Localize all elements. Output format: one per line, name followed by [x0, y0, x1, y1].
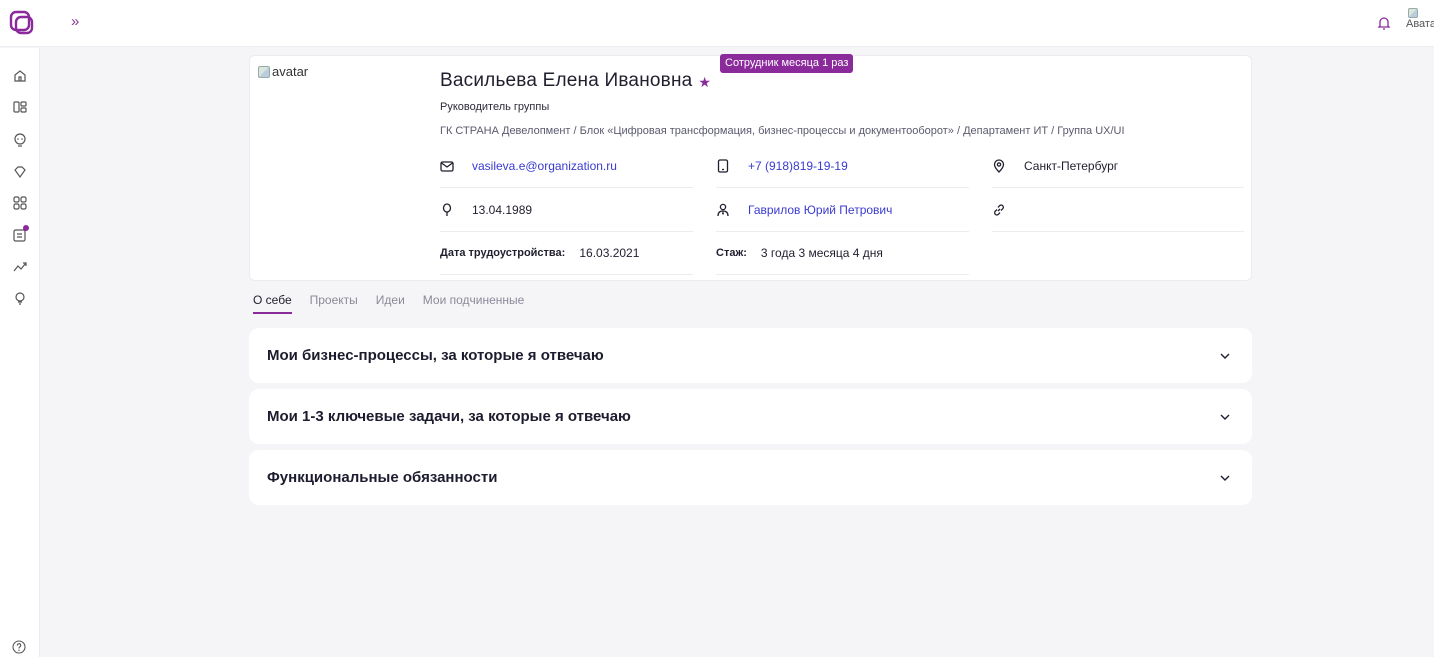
expand-sidebar-button[interactable]: »: [71, 12, 79, 32]
city-cell: Санкт-Петербург: [992, 144, 1244, 188]
phone-cell: +7 (918)819-19-19: [716, 144, 969, 188]
user-avatar[interactable]: Аватар: [1406, 8, 1434, 38]
accordion-key-tasks[interactable]: Мои 1-3 ключевые задачи, за которые я от…: [249, 389, 1252, 444]
manager-cell: Гаврилов Юрий Петрович: [716, 188, 969, 232]
phone-link[interactable]: +7 (918)819-19-19: [748, 159, 848, 173]
link-chain-icon[interactable]: [992, 203, 1006, 217]
top-bar: » Аватар: [0, 0, 1434, 47]
profile-avatar: avatar: [258, 64, 308, 79]
accordion-title: Мои бизнес-процессы, за которые я отвеча…: [267, 347, 604, 364]
birthday-value: 13.04.1989: [472, 202, 533, 217]
news-icon[interactable]: [12, 225, 29, 243]
mail-icon: [440, 159, 454, 173]
chat-bot-icon[interactable]: [12, 132, 28, 148]
user-avatar-alt: Аватар: [1406, 18, 1434, 30]
chevron-down-icon: [1220, 475, 1230, 481]
org-path: ГК СТРАНА Девелопмент / Блок «Цифровая т…: [440, 125, 1125, 137]
chevron-down-icon: [1220, 414, 1230, 420]
notification-dot: [23, 225, 29, 231]
lightbulb-icon[interactable]: [12, 291, 28, 307]
tenure-label: Стаж:: [716, 246, 747, 259]
birthday-cell: 13.04.1989: [440, 188, 693, 232]
analytics-icon[interactable]: [12, 259, 28, 275]
email-link[interactable]: vasileva.e@organization.ru: [472, 159, 617, 173]
accordion-duties[interactable]: Функциональные обязанности: [249, 450, 1252, 505]
home-icon[interactable]: [12, 68, 28, 84]
profile-card: avatar Васильева Елена Ивановна ★ Сотруд…: [249, 54, 1252, 281]
profile-avatar-alt: avatar: [272, 64, 309, 79]
diamond-icon[interactable]: [12, 164, 28, 180]
link-cell: [992, 188, 1244, 232]
profile-position: Руководитель группы: [440, 101, 550, 113]
email-cell: vasileva.e@organization.ru: [440, 144, 693, 188]
documents-icon[interactable]: [12, 99, 28, 115]
help-icon[interactable]: [12, 640, 26, 654]
location-pin-icon: [992, 158, 1006, 173]
profile-tabs: О себе Проекты Идеи Мои подчиненные: [253, 293, 524, 314]
tab-ideas[interactable]: Идеи: [376, 293, 405, 314]
broken-image-icon: [1408, 8, 1418, 18]
tab-about[interactable]: О себе: [253, 293, 292, 314]
hire-date-cell: Дата трудоустройства: 16.03.2021: [440, 231, 693, 275]
profile-name: Васильева Елена Ивановна: [440, 70, 693, 91]
city-value: Санкт-Петербург: [1024, 158, 1119, 173]
hire-date-label: Дата трудоустройства:: [440, 246, 566, 259]
tenure-value: 3 года 3 месяца 4 дня: [760, 245, 883, 260]
profile-name-row: Васильева Елена Ивановна ★: [440, 70, 711, 92]
star-icon: ★: [698, 73, 711, 90]
chevron-down-icon: [1220, 353, 1230, 359]
phone-icon: [716, 158, 730, 173]
manager-link[interactable]: Гаврилов Юрий Петрович: [748, 203, 892, 217]
accordion-business-processes[interactable]: Мои бизнес-процессы, за которые я отвеча…: [249, 328, 1252, 383]
tenure-cell: Стаж: 3 года 3 месяца 4 дня: [716, 231, 969, 275]
sidebar: [0, 48, 40, 657]
accordion-title: Функциональные обязанности: [267, 469, 498, 486]
balloon-icon: [440, 202, 454, 217]
accordion-title: Мои 1-3 ключевые задачи, за которые я от…: [267, 408, 631, 425]
app-logo-icon[interactable]: [8, 9, 36, 37]
tab-projects[interactable]: Проекты: [310, 293, 358, 314]
employee-of-month-badge: Сотрудник месяца 1 раз: [720, 54, 854, 73]
hire-date-value: 16.03.2021: [579, 245, 640, 260]
broken-image-icon: [258, 65, 270, 78]
manager-person-icon: [716, 203, 730, 217]
tab-subordinates[interactable]: Мои подчиненные: [423, 293, 525, 314]
grid-icon[interactable]: [12, 195, 28, 211]
bell-icon[interactable]: [1376, 14, 1392, 32]
